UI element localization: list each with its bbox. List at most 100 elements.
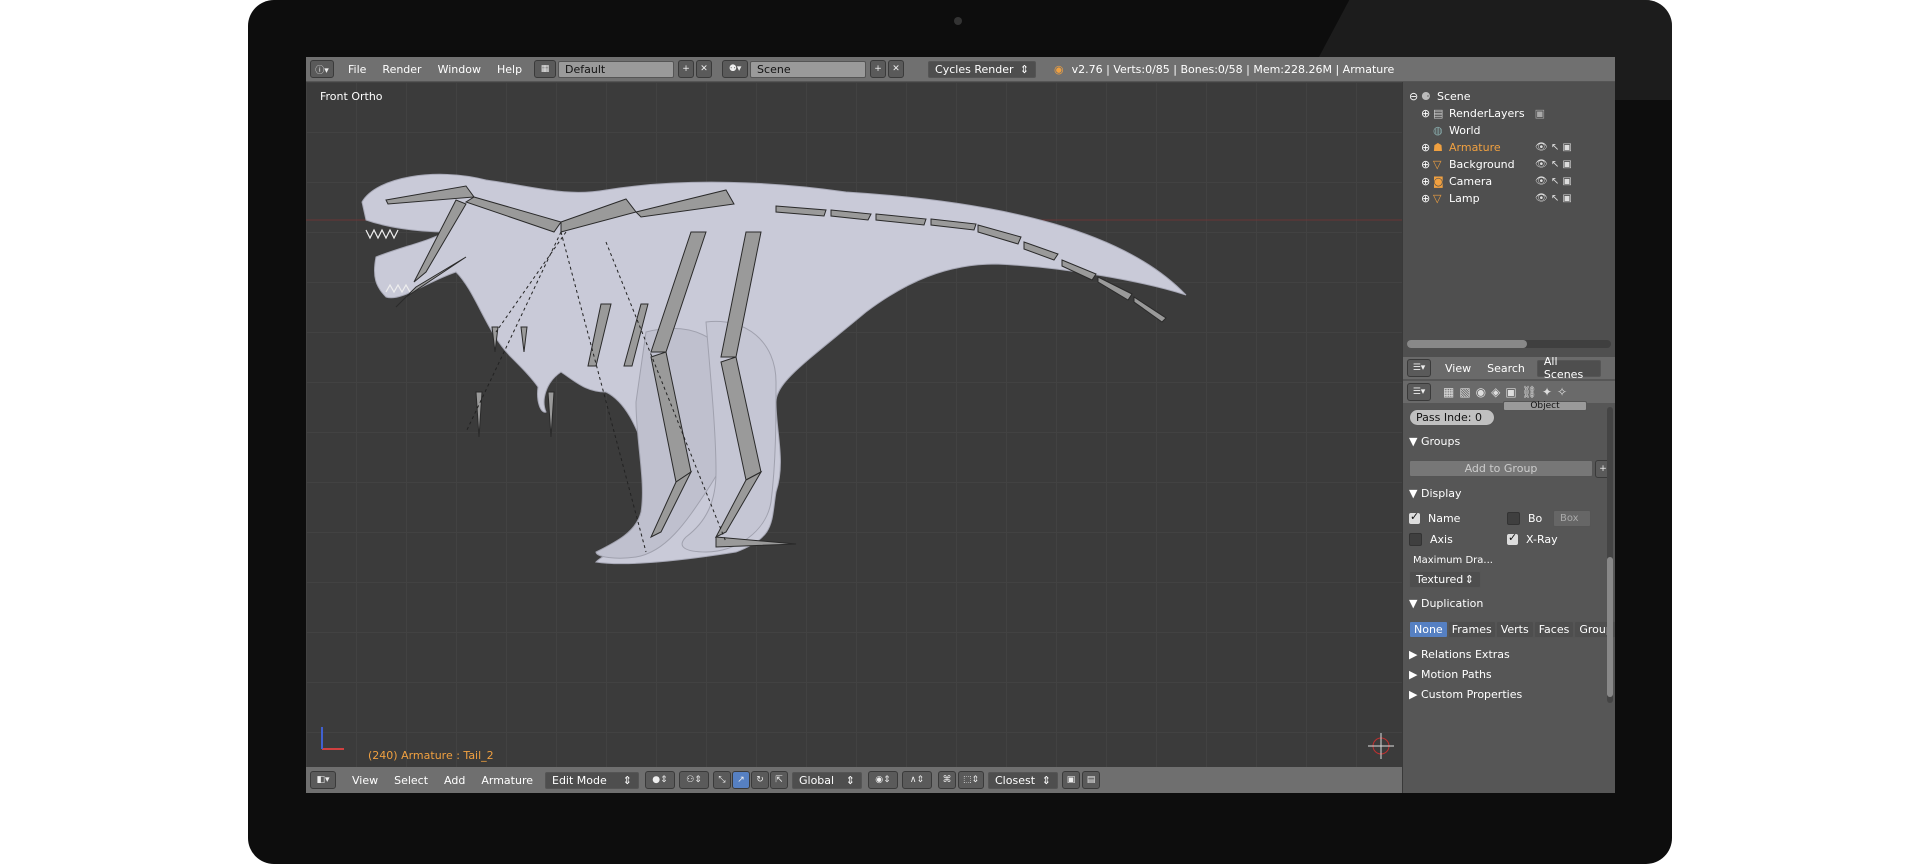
bone-ik-4 [547, 391, 555, 438]
stats-text: v2.76 | Verts:0/85 | Bones:0/58 | Mem:22… [1071, 62, 1395, 76]
render-engine-select[interactable]: Cycles Render ⇕ [928, 60, 1037, 78]
menu-help[interactable]: Help [489, 63, 530, 76]
box-select[interactable]: Box [1553, 510, 1591, 527]
motion-paths-header[interactable]: ▶ Motion Paths [1409, 668, 1492, 681]
dup-tab-frames[interactable]: Frames [1447, 621, 1496, 638]
expand-icon[interactable]: ⊕ [1421, 158, 1433, 171]
display-header[interactable]: ▼ Display [1409, 487, 1462, 500]
menu-armature[interactable]: Armature [473, 774, 541, 787]
armature-icon: ☗ [1433, 141, 1443, 154]
status-text: (240) Armature : Tail_2 [368, 749, 494, 762]
properties-editor-icon[interactable]: ☰▾ [1407, 383, 1431, 401]
groups-header[interactable]: ▼ Groups [1409, 435, 1460, 448]
viewport-editor-icon[interactable]: ◧▾ [310, 771, 336, 789]
custom-properties-header[interactable]: ▶ Custom Properties [1409, 688, 1522, 701]
visibility-row-lamp: 👁 ↖ ▣ [1535, 193, 1572, 204]
display-label: Display [1420, 487, 1462, 500]
shading-icon[interactable]: ●⇕ [645, 771, 675, 789]
outliner-editor-icon[interactable]: ☰▾ [1407, 359, 1431, 377]
outliner-item-lamp[interactable]: ⊕ ▽ Lamp [1421, 189, 1480, 208]
custom-properties-label: Custom Properties [1420, 688, 1523, 701]
proportional-icon[interactable]: ◉⇕ [868, 771, 898, 789]
expand-icon[interactable]: ⊕ [1421, 175, 1433, 188]
outliner-label: Camera [1449, 175, 1493, 188]
max-draw-select[interactable]: Textured ⇕ [1409, 571, 1481, 588]
layout-field[interactable]: Default [558, 60, 675, 78]
menu-window[interactable]: Window [430, 63, 489, 76]
camera-dot [954, 17, 962, 25]
scene-field[interactable]: Scene [750, 60, 867, 78]
max-draw-value: Textured [1416, 573, 1464, 586]
world-icon: ◍ [1433, 124, 1443, 137]
snap-element-icon[interactable]: ⬚⇕ [958, 771, 984, 789]
mode-select[interactable]: Edit Mode ⇕ [545, 771, 639, 789]
blender-logo-icon: ◉ [1054, 62, 1064, 76]
menu-render[interactable]: Render [374, 63, 429, 76]
layout-close-icon[interactable]: ✕ [696, 60, 713, 78]
dup-tab-faces[interactable]: Faces [1533, 621, 1575, 638]
name-checkbox[interactable] [1409, 510, 1420, 524]
scrollbar-thumb[interactable] [1407, 340, 1527, 348]
visibility-toggles[interactable]: 👁 ↖ ▣ 👁 ↖ ▣ 👁 ↖ ▣ 👁 ↖ ▣ [1535, 139, 1572, 207]
relations-extras-header[interactable]: ▶ Relations Extras [1409, 648, 1510, 661]
dup-tab-none[interactable]: None [1409, 621, 1448, 638]
duplication-header[interactable]: ▼ Duplication [1409, 597, 1483, 610]
chevron-updown-icon: ⇕ [1041, 773, 1051, 787]
axis-label: Axis [1430, 533, 1453, 546]
scale-icon[interactable]: ⇱ [770, 771, 788, 789]
opengl-render-icon[interactable]: ▣ [1062, 771, 1080, 789]
editor-type-icon[interactable]: ⓘ▾ [310, 60, 334, 78]
xray-checkbox[interactable] [1507, 531, 1518, 545]
scene-close-icon[interactable]: ✕ [888, 60, 905, 78]
falloff-icon[interactable]: ∧⇕ [902, 771, 932, 789]
duplication-label: Duplication [1420, 597, 1484, 610]
relations-extras-label: Relations Extras [1420, 648, 1510, 661]
name-checkbox-row[interactable]: Name [1409, 510, 1460, 525]
rotate-icon[interactable]: ↻ [751, 771, 769, 789]
manipulator-icon[interactable]: ⤡ [713, 771, 731, 789]
opengl-anim-icon[interactable]: ▤ [1082, 771, 1100, 789]
collapse-icon[interactable]: ⊖ [1409, 90, 1421, 103]
axis-checkbox-row[interactable]: Axis [1409, 533, 1453, 546]
renderlayers-icon: ▤ [1433, 107, 1444, 120]
pivot-icon[interactable]: ⚇⇕ [679, 771, 709, 789]
menu-select[interactable]: Select [386, 774, 436, 787]
translate-icon[interactable]: ↗ [732, 771, 750, 789]
groups-label: Groups [1420, 435, 1461, 448]
orientation-select[interactable]: Global ⇕ [792, 771, 862, 789]
visibility-row-background: 👁 ↖ ▣ [1535, 159, 1572, 170]
context-tabs-icons[interactable]: ▦▧◉◈▣⛓✦✧ [1443, 385, 1572, 399]
outliner-search-menu[interactable]: Search [1487, 362, 1525, 375]
outliner-view-menu[interactable]: View [1445, 362, 1471, 375]
menu-file[interactable]: File [340, 63, 374, 76]
layout-icon[interactable]: ▦ [534, 60, 557, 78]
3d-viewport[interactable]: Front Ortho (240) Armature: Tail_2 [306, 82, 1402, 767]
xray-checkbox-row[interactable]: X-Ray [1507, 531, 1558, 546]
expand-icon[interactable]: ⊕ [1421, 192, 1433, 205]
menu-view[interactable]: View [344, 774, 386, 787]
pass-index-field[interactable]: Pass Inde: 0 [1409, 409, 1495, 426]
expand-icon[interactable]: ⊕ [1421, 107, 1433, 120]
menu-add[interactable]: Add [436, 774, 473, 787]
bo-checkbox[interactable] [1507, 512, 1520, 525]
outliner-header: ☰▾ View Search All Scenes [1403, 355, 1615, 381]
outliner-label: Background [1449, 158, 1515, 171]
layout-add-icon[interactable]: + [678, 60, 695, 78]
bo-checkbox-row[interactable]: Bo [1507, 512, 1542, 525]
scene-icon[interactable]: ⚉▾ [722, 60, 749, 78]
properties-scrollbar[interactable] [1607, 407, 1613, 703]
add-to-group-button[interactable]: Add to Group [1409, 460, 1593, 477]
duplication-tabs: None Frames Verts Faces Group [1409, 621, 1615, 638]
scene-add-icon[interactable]: + [870, 60, 887, 78]
snap-target-select[interactable]: Closest ⇕ [988, 771, 1058, 789]
outliner-scrollbar[interactable] [1407, 340, 1611, 348]
outliner-filter-select[interactable]: All Scenes [1536, 355, 1601, 381]
scrollbar-thumb[interactable] [1607, 557, 1613, 697]
axis-gizmo [321, 727, 344, 750]
expand-icon[interactable]: ⊕ [1421, 141, 1433, 154]
object-tab-field[interactable]: Object [1503, 401, 1587, 411]
axis-checkbox[interactable] [1409, 533, 1422, 546]
dup-tab-verts[interactable]: Verts [1495, 621, 1534, 638]
snap-icon[interactable]: ⌘ [938, 771, 956, 789]
viewport-header: ◧▾ View Select Add Armature Edit Mode ⇕ … [306, 767, 1402, 793]
